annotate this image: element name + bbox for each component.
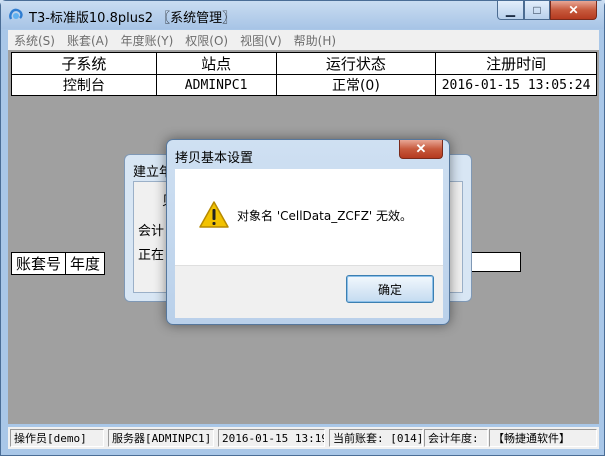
status-datetime: 2016-01-15 13:19 [218, 429, 325, 447]
status-fiscal-year: 会计年度: [424, 429, 488, 447]
status-current-account: 当前账套: [014] [329, 429, 423, 447]
column-header[interactable]: 运行状态 [275, 52, 437, 75]
app-logo-icon [9, 8, 23, 20]
column-header[interactable]: 站点 [155, 52, 277, 75]
dialog-label: 正在 [138, 248, 165, 263]
close-button[interactable]: ✕ [550, 1, 597, 20]
table-cell[interactable]: 2016-01-15 13:05:24 [435, 74, 597, 96]
copy-settings-dialog: 拷贝基本设置 ✕ 对象名 'CellData_ZCFZ' 无效。 确定 [166, 139, 450, 325]
menu-help[interactable]: 帮助(H) [288, 32, 342, 49]
title-bar[interactable]: T3-标准版10.8plus2 〖系统管理〗 ▁ □ ✕ [1, 1, 604, 29]
maximize-button[interactable]: □ [524, 1, 550, 20]
window-title: T3-标准版10.8plus2 〖系统管理〗 [29, 11, 236, 26]
status-brand: 【畅捷通软件】 [489, 429, 597, 447]
table-cell[interactable]: 正常(0) [275, 74, 437, 96]
menu-system[interactable]: 系统(S) [8, 32, 61, 49]
account-set-table: 账套号 年度 [10, 252, 106, 275]
dialog-body: 对象名 'CellData_ZCFZ' 无效。 [175, 169, 443, 265]
status-bar: 操作员[demo] 服务器[ADMINPC1] 2016-01-15 13:19… [8, 427, 599, 449]
minimize-button[interactable]: ▁ [497, 1, 524, 20]
table-header-row: 子系统 站点 运行状态 注册时间 [11, 52, 597, 75]
table-header-row: 账套号 年度 [10, 252, 106, 275]
menu-account-set[interactable]: 账套(A) [61, 32, 115, 49]
subsystem-table: 子系统 站点 运行状态 注册时间 控制台 ADMINPC1 正常(0) 2016… [11, 52, 597, 96]
status-server: 服务器[ADMINPC1] [108, 429, 214, 447]
column-header[interactable]: 子系统 [11, 52, 157, 75]
warning-icon [199, 201, 229, 228]
menu-view[interactable]: 视图(V) [234, 32, 288, 49]
column-header[interactable]: 注册时间 [435, 52, 597, 75]
status-operator: 操作员[demo] [10, 429, 104, 447]
table-cell[interactable]: 控制台 [11, 74, 157, 96]
dialog-close-button[interactable]: ✕ [399, 140, 443, 159]
dialog-footer: 确定 [175, 265, 443, 318]
table-cell[interactable]: ADMINPC1 [155, 74, 277, 96]
menu-annual-account[interactable]: 年度账(Y) [115, 32, 180, 49]
menu-bar: 系统(S) 账套(A) 年度账(Y) 权限(O) 视图(V) 帮助(H) [8, 30, 599, 50]
error-message: 对象名 'CellData_ZCFZ' 无效。 [237, 209, 413, 223]
column-header[interactable]: 年度 [65, 252, 106, 275]
column-header[interactable]: 账套号 [10, 252, 67, 275]
dialog-title: 拷贝基本设置 [175, 151, 254, 166]
ok-button[interactable]: 确定 [346, 275, 434, 303]
menu-permissions[interactable]: 权限(O) [179, 32, 234, 49]
table-row[interactable]: 控制台 ADMINPC1 正常(0) 2016-01-15 13:05:24 [11, 74, 597, 96]
app-window: T3-标准版10.8plus2 〖系统管理〗 ▁ □ ✕ 系统(S) 账套(A)… [0, 0, 605, 456]
dialog-label: 会计 [138, 224, 165, 239]
